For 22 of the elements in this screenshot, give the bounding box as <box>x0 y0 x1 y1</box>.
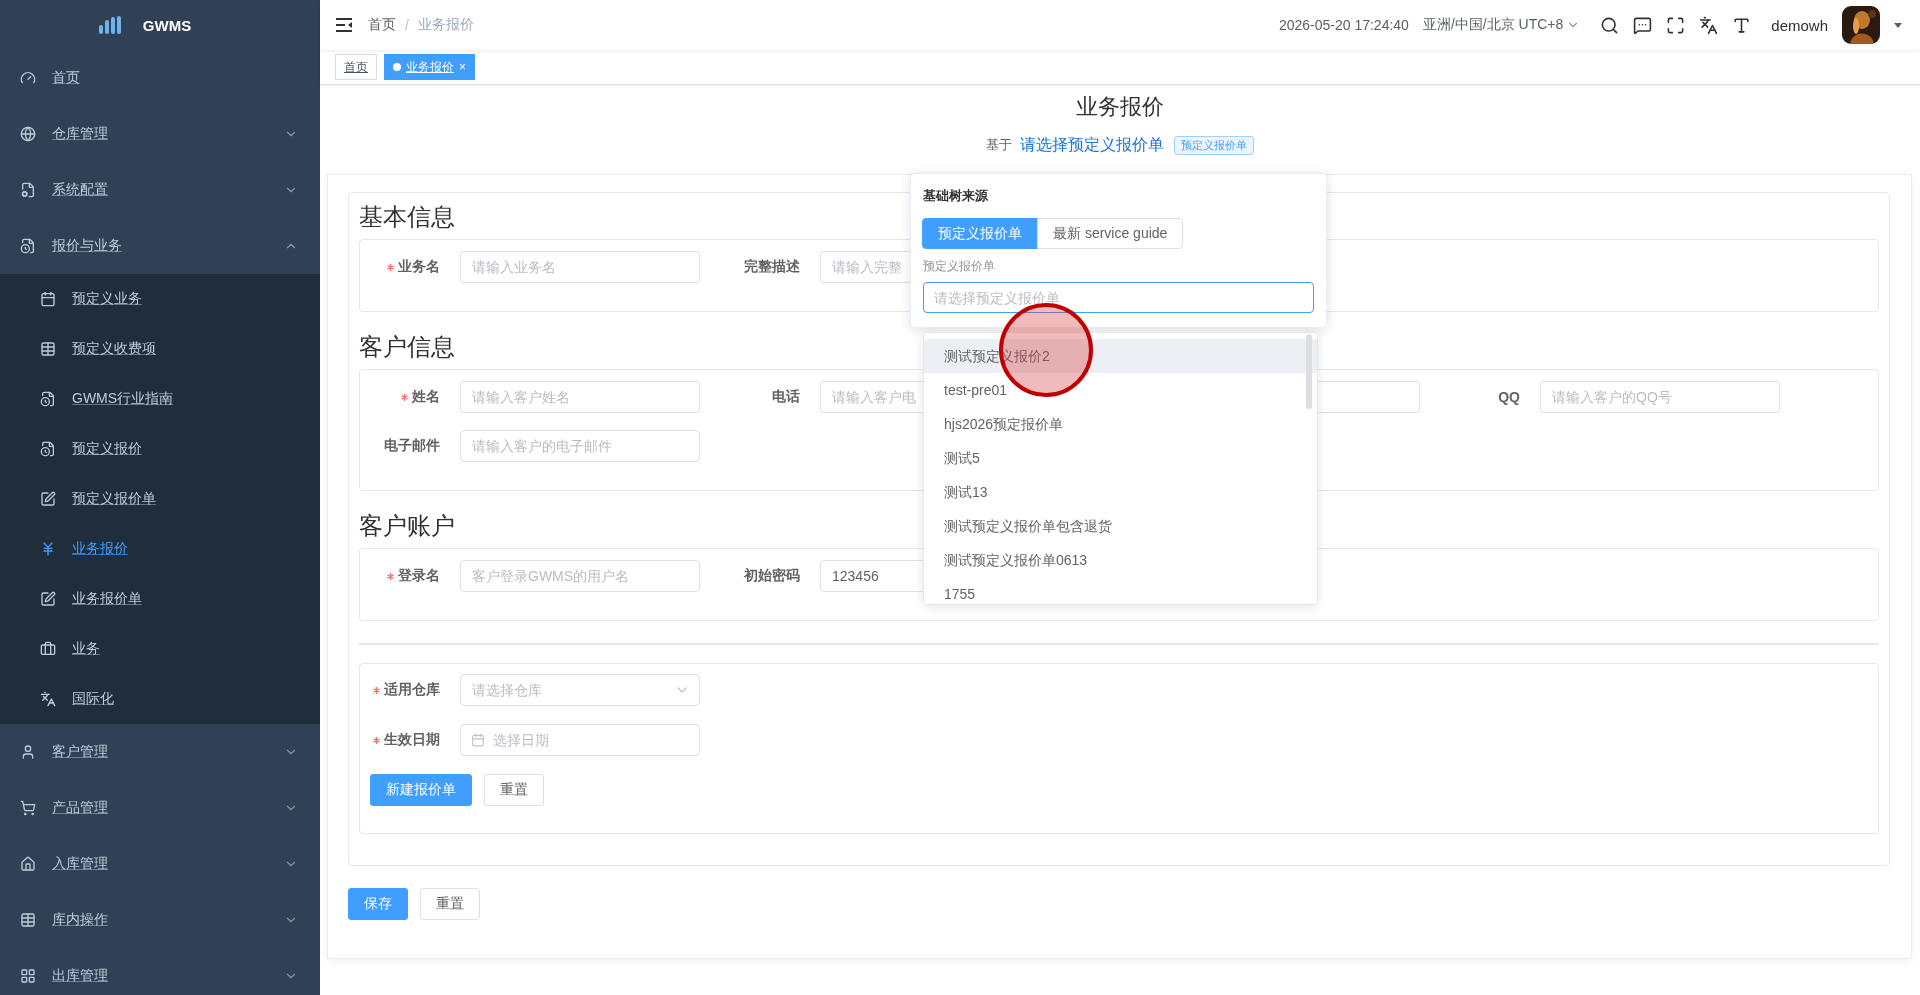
field-label: 电话 <box>772 388 800 406</box>
app-logo-text: GWMS <box>142 16 192 34</box>
field-label: QQ <box>1498 389 1520 405</box>
section-heading: 基本信息 <box>359 202 455 232</box>
field-label: 业务名 <box>398 258 440 276</box>
basis-tag: 预定义报价单 <box>1173 135 1254 155</box>
page-title: 业务报价 <box>1074 93 1165 121</box>
breadcrumb-item: 业务报价 <box>417 16 474 34</box>
popover-title: 基础树来源 <box>923 187 989 205</box>
section-heading: 客户账户 <box>359 511 455 541</box>
field-label: 姓名 <box>412 388 440 406</box>
field-label: 生效日期 <box>384 731 440 749</box>
basis-label: 基于 <box>985 136 1012 154</box>
breadcrumb-separator: / <box>405 17 409 33</box>
datetime-text: 2026-05-20 17:24:40 <box>1278 17 1409 33</box>
field-label: 初始密码 <box>744 567 800 585</box>
field-label: 完整描述 <box>744 258 800 276</box>
field-label: 预定义报价单 <box>923 258 996 274</box>
field-label: 登录名 <box>398 567 440 585</box>
field-label: 适用仓库 <box>384 681 440 699</box>
field-label: 电子邮件 <box>384 437 440 455</box>
section-heading: 客户信息 <box>359 332 455 362</box>
